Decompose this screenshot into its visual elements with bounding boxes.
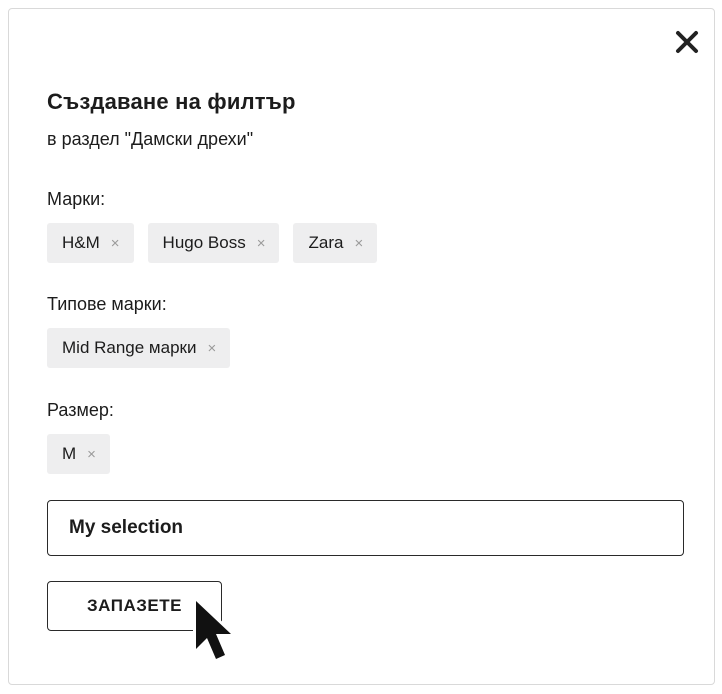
save-button[interactable]: ЗАПАЗЕТЕ — [47, 581, 222, 631]
chip-hm[interactable]: H&M × — [47, 223, 134, 263]
brand-types-section: Типове марки: Mid Range марки × — [47, 292, 231, 368]
brands-section: Марки: H&M × Hugo Boss × Zara × — [47, 187, 378, 263]
chip-label: Zara — [308, 233, 344, 252]
size-section: Размер: M × — [47, 398, 114, 474]
chip-mid-range[interactable]: Mid Range марки × — [47, 328, 231, 368]
chip-remove-icon[interactable]: × — [111, 236, 120, 251]
brands-label: Марки: — [47, 189, 106, 209]
filter-name-input[interactable] — [47, 500, 684, 556]
chip-label: H&M — [62, 233, 100, 252]
close-icon — [676, 31, 698, 53]
chip-remove-icon[interactable]: × — [207, 341, 216, 356]
brand-types-chip-list: Mid Range марки × — [47, 328, 231, 368]
size-chip-list: M × — [47, 434, 114, 474]
close-button[interactable] — [674, 29, 700, 55]
chip-zara[interactable]: Zara × — [293, 223, 378, 263]
create-filter-dialog: Създаване на филтър в раздел "Дамски дре… — [8, 8, 715, 685]
dialog-title: Създаване на филтър — [47, 89, 296, 114]
brands-chip-list: H&M × Hugo Boss × Zara × — [47, 223, 378, 263]
size-label: Размер: — [47, 400, 114, 420]
chip-remove-icon[interactable]: × — [87, 447, 96, 462]
chip-label: M — [62, 444, 77, 463]
chip-size-m[interactable]: M × — [47, 434, 110, 474]
chip-label: Mid Range марки — [62, 338, 197, 357]
dialog-subtitle: в раздел "Дамски дрехи" — [47, 129, 254, 149]
brand-types-label: Типове марки: — [47, 294, 167, 314]
chip-hugo-boss[interactable]: Hugo Boss × — [147, 223, 280, 263]
chip-remove-icon[interactable]: × — [257, 236, 266, 251]
chip-label: Hugo Boss — [162, 233, 246, 252]
chip-remove-icon[interactable]: × — [354, 236, 363, 251]
